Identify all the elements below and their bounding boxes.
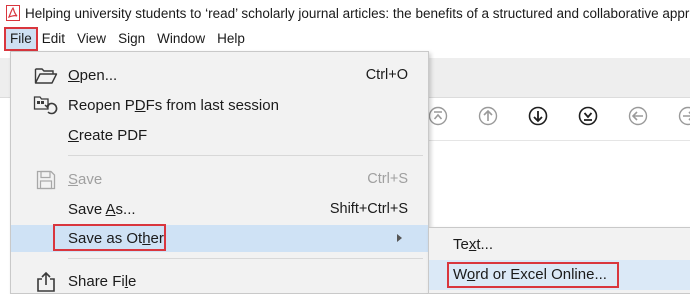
window-title-bar: Helping university students to ‘read’ sc…: [0, 0, 690, 26]
shortcut-open: Ctrl+O: [365, 67, 408, 83]
menu-separator: [68, 155, 423, 156]
shortcut-save-as: Shift+Ctrl+S: [329, 201, 408, 217]
page-navigation-toolbar: [427, 100, 690, 132]
menu-separator: [68, 258, 423, 259]
first-page-icon[interactable]: [427, 105, 449, 127]
menu-edit[interactable]: Edit: [36, 29, 71, 49]
save-as-other-submenu: Text... Word or Excel Online...: [428, 227, 690, 294]
forward-view-icon[interactable]: [677, 105, 690, 127]
submenu-item-word-excel-online[interactable]: Word or Excel Online...: [429, 260, 690, 290]
annotation-highlight-word-excel: [447, 262, 619, 288]
menu-bar: File Edit View Sign Window Help: [0, 26, 690, 51]
menu-file[interactable]: File: [4, 26, 38, 51]
menu-item-save[interactable]: Save Ctrl+S: [11, 166, 428, 193]
annotation-highlight-save-as-other: [53, 224, 166, 251]
menu-item-save-as[interactable]: Save As... Shift+Ctrl+S: [11, 196, 428, 223]
shortcut-save: Ctrl+S: [367, 171, 408, 187]
window-title: Helping university students to ‘read’ sc…: [25, 5, 690, 21]
submenu-item-text[interactable]: Text...: [429, 230, 690, 260]
reopen-pdfs-icon: [33, 94, 59, 118]
divider: [427, 140, 690, 141]
last-page-icon[interactable]: [577, 105, 599, 127]
submenu-arrow-icon: [397, 234, 402, 242]
share-upload-icon: [33, 270, 59, 294]
folder-open-icon: [33, 64, 59, 88]
next-page-icon[interactable]: [527, 105, 549, 127]
file-menu-dropdown: Open... Ctrl+O Reopen PDFs from last ses…: [10, 51, 429, 294]
menu-item-share-file[interactable]: Share File: [11, 268, 428, 294]
menu-help[interactable]: Help: [211, 29, 251, 49]
menu-item-create-pdf[interactable]: Create PDF: [11, 122, 428, 149]
menu-item-reopen-pdfs[interactable]: Reopen PDFs from last session: [11, 92, 428, 119]
previous-page-icon[interactable]: [477, 105, 499, 127]
back-view-icon[interactable]: [627, 105, 649, 127]
menu-window[interactable]: Window: [151, 29, 211, 49]
menu-view[interactable]: View: [71, 29, 112, 49]
save-disk-icon: [33, 168, 59, 192]
acrobat-pdf-icon: [6, 5, 20, 21]
menu-sign[interactable]: Sign: [112, 29, 151, 49]
menu-item-open[interactable]: Open... Ctrl+O: [11, 62, 428, 89]
